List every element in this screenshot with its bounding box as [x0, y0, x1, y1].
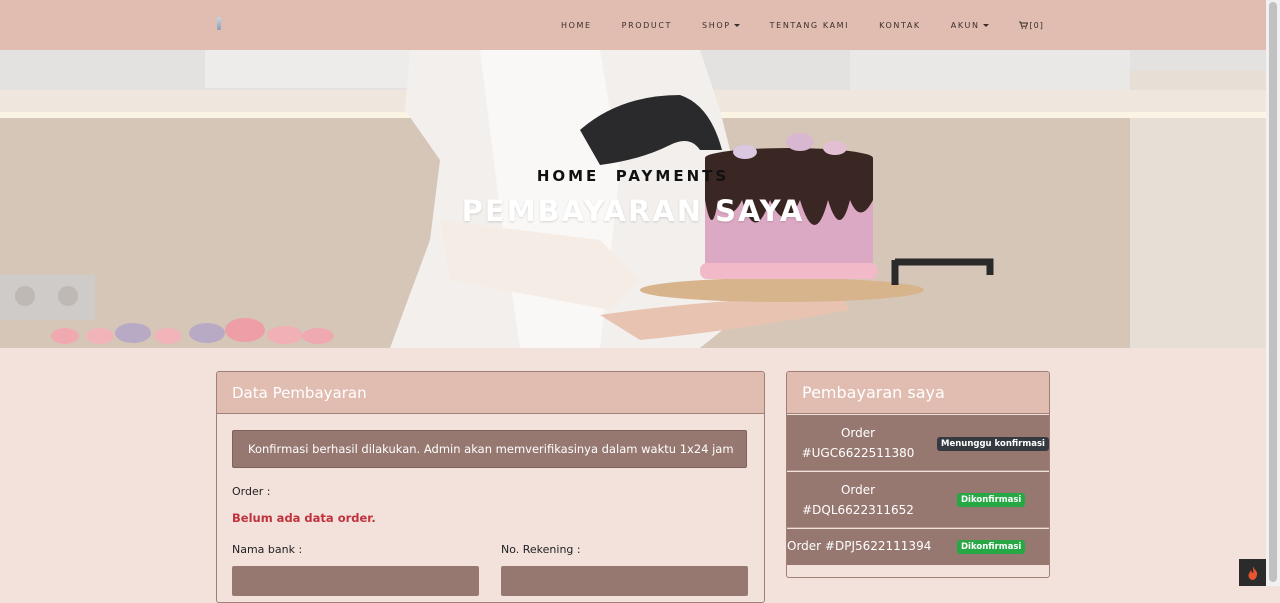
- cart-count: [0]: [1029, 20, 1044, 30]
- account-number-input[interactable]: [501, 566, 748, 596]
- hero-banner: HOME PAYMENTS PEMBAYARAN SAYA: [0, 50, 1266, 348]
- nav-item-label: KONTAK: [879, 20, 921, 30]
- order-label: Order: [840, 426, 876, 440]
- payment-data-panel: Data Pembayaran Konfirmasi berhasil dila…: [216, 371, 765, 603]
- order-id: #UGC6622511380: [801, 446, 915, 460]
- empty-order-message: Belum ada data order.: [232, 511, 376, 525]
- nav-item-shop[interactable]: SHOP: [702, 21, 740, 30]
- nav-item-label: PRODUCT: [621, 20, 673, 30]
- navbar: HOME PRODUCT SHOP TENTANG KAMI KONTAK AK…: [0, 0, 1266, 50]
- order-id: #DQL6622311652: [802, 503, 914, 517]
- order-id: Order #DPJ5622111394: [787, 539, 932, 553]
- debug-toolbar-button[interactable]: [1239, 559, 1266, 586]
- nav-item-product[interactable]: PRODUCT: [622, 21, 672, 30]
- caret-down-icon: [982, 23, 989, 27]
- success-alert: Konfirmasi berhasil dilakukan. Admin aka…: [232, 430, 747, 468]
- order-list-item[interactable]: Order #DPJ5622111394 Dikonfirmasi: [787, 529, 1049, 565]
- nav-menu: HOME PRODUCT SHOP TENTANG KAMI KONTAK AK…: [561, 0, 1044, 50]
- flame-icon: [1248, 565, 1257, 580]
- hero-breadcrumb: HOME PAYMENTS: [536, 167, 730, 185]
- status-badge: Dikonfirmasi: [957, 493, 1026, 507]
- nav-item-kontak[interactable]: KONTAK: [879, 21, 921, 30]
- nav-item-label: SHOP: [702, 20, 731, 30]
- scrollbar-thumb[interactable]: [1269, 2, 1277, 582]
- order-list-item[interactable]: Order #DQL6622311652 Dikonfirmasi: [787, 472, 1049, 528]
- cart-icon: [1018, 21, 1028, 29]
- nav-item-label: AKUN: [950, 20, 980, 30]
- bank-name-label: Nama bank :: [232, 543, 303, 556]
- account-number-label: No. Rekening :: [501, 543, 581, 556]
- page-title: PEMBAYARAN SAYA: [461, 194, 805, 228]
- nav-item-tentang-kami[interactable]: TENTANG KAMI: [770, 21, 849, 30]
- nav-item-label: TENTANG KAMI: [769, 20, 850, 30]
- my-payments-panel: Pembayaran saya Order #UGC6622511380 Men…: [786, 371, 1050, 578]
- page-scrollbar[interactable]: [1266, 0, 1280, 586]
- order-label: Order: [840, 483, 876, 497]
- logo-icon[interactable]: [217, 17, 221, 30]
- order-label: Order :: [232, 485, 271, 498]
- panel-title: Data Pembayaran: [217, 372, 764, 414]
- status-badge: Menunggu konfirmasi: [937, 437, 1049, 451]
- nav-item-home[interactable]: HOME: [561, 21, 592, 30]
- nav-item-akun[interactable]: AKUN: [951, 21, 989, 30]
- caret-down-icon: [733, 23, 740, 27]
- panel-title: Pembayaran saya: [787, 372, 1049, 414]
- nav-item-label: HOME: [561, 20, 592, 30]
- status-badge: Dikonfirmasi: [957, 540, 1026, 554]
- bank-name-input[interactable]: [232, 566, 479, 596]
- order-list-item[interactable]: Order #UGC6622511380 Menunggu konfirmasi: [787, 415, 1049, 471]
- cart-button[interactable]: [0]: [1018, 20, 1044, 30]
